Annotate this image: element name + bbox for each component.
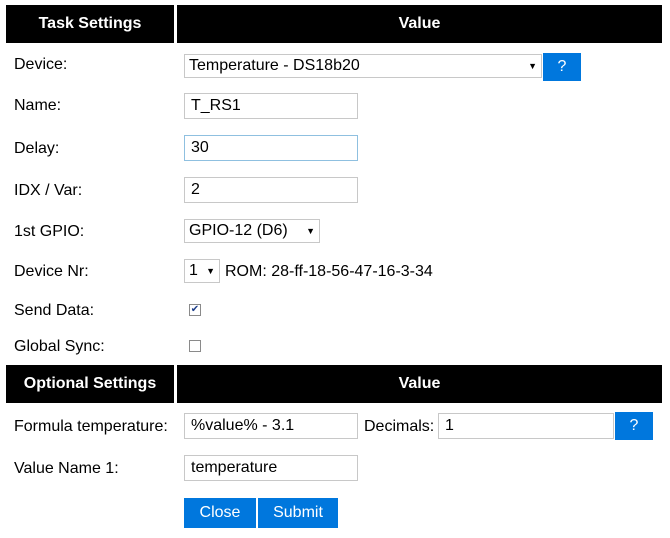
send-data-label: Send Data: — [14, 302, 95, 319]
formula-label: Formula temperature: — [14, 418, 168, 435]
gpio-select-value: GPIO-12 (D6) — [189, 222, 288, 239]
name-label: Name: — [14, 97, 62, 114]
caret-down-icon: ▼ — [206, 266, 215, 276]
send-data-checkbox[interactable]: ✔ — [189, 304, 201, 316]
header-value-2: Value — [177, 365, 662, 403]
device-nr-select-value: 1 — [189, 262, 198, 279]
decimals-help-button[interactable]: ? — [615, 412, 653, 440]
header-value: Value — [177, 5, 662, 43]
device-nr-label: Device Nr: — [14, 263, 89, 280]
gpio-select[interactable]: GPIO-12 (D6) ▼ — [184, 219, 320, 243]
idx-input[interactable] — [184, 177, 358, 203]
global-sync-label: Global Sync: — [14, 338, 105, 355]
header-task-settings: Task Settings — [6, 5, 174, 43]
gpio-label: 1st GPIO: — [14, 223, 85, 240]
global-sync-checkbox[interactable] — [189, 340, 201, 352]
decimals-input[interactable] — [438, 413, 614, 439]
device-label: Device: — [14, 56, 68, 73]
value-name-input[interactable] — [184, 455, 358, 481]
submit-button[interactable]: Submit — [258, 498, 338, 528]
delay-label: Delay: — [14, 140, 60, 157]
caret-down-icon: ▼ — [528, 61, 537, 71]
device-nr-select[interactable]: 1 ▼ — [184, 259, 220, 283]
device-select-value: Temperature - DS18b20 — [189, 57, 360, 74]
value-name-label: Value Name 1: — [14, 460, 119, 477]
rom-address: ROM: 28-ff-18-56-47-16-3-34 — [225, 263, 433, 280]
delay-input[interactable] — [184, 135, 358, 161]
device-help-button[interactable]: ? — [543, 53, 581, 81]
idx-label: IDX / Var: — [14, 182, 83, 199]
caret-down-icon: ▼ — [306, 226, 315, 236]
device-select[interactable]: Temperature - DS18b20 ▼ — [184, 54, 542, 78]
checkmark-icon: ✔ — [190, 304, 200, 315]
header-optional-settings: Optional Settings — [6, 365, 174, 403]
name-input[interactable] — [184, 93, 358, 119]
formula-input[interactable] — [184, 413, 358, 439]
decimals-label: Decimals: — [364, 418, 435, 435]
close-button[interactable]: Close — [184, 498, 256, 528]
